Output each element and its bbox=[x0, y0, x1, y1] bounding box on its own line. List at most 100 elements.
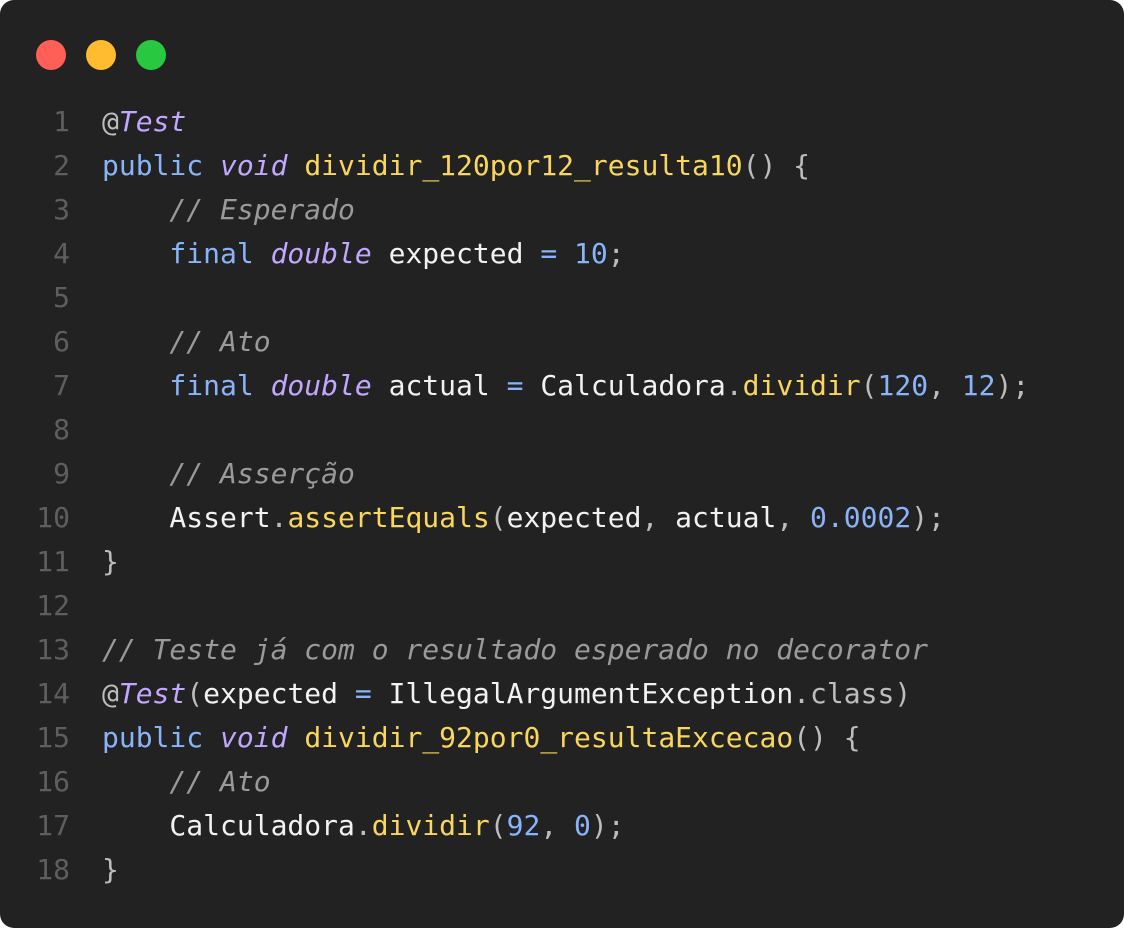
code-window: 1 @Test 2 public void dividir_120por12_resu… bbox=[0, 0, 1124, 928]
code-token: // Ato bbox=[102, 325, 271, 358]
code-token: 92 bbox=[506, 809, 541, 842]
code-line: 6 // Ato bbox=[0, 320, 1124, 364]
line-number: 16 bbox=[36, 765, 70, 798]
code-line: 3 // Esperado bbox=[0, 188, 1124, 232]
code-token: ( bbox=[186, 677, 204, 710]
code-token: = bbox=[540, 237, 575, 270]
code-token: . bbox=[270, 501, 288, 534]
line-content: final double actual = Calculadora.dividi… bbox=[70, 364, 1029, 408]
code-token: Assert bbox=[102, 501, 271, 534]
line-number: 1 bbox=[53, 105, 70, 138]
code-token: . bbox=[725, 369, 743, 402]
code-token: dividir bbox=[742, 369, 861, 402]
code-token: public bbox=[102, 721, 221, 754]
code-token: expected bbox=[388, 237, 541, 270]
code-token: ( bbox=[860, 369, 878, 402]
code-token: dividir_92por0_resultaExcecao bbox=[304, 721, 794, 754]
code-token: void bbox=[220, 149, 305, 182]
code-token: Calculadora bbox=[540, 369, 726, 402]
code-token: void bbox=[220, 721, 305, 754]
code-token: , bbox=[776, 501, 811, 534]
code-line: 1 @Test bbox=[0, 100, 1124, 144]
code-token: actual bbox=[675, 501, 777, 534]
line-content: @Test bbox=[70, 100, 186, 144]
line-content: Calculadora.dividir(92, 0); bbox=[70, 804, 625, 848]
code-token: dividir bbox=[371, 809, 490, 842]
code-token: // Teste já com o resultado esperado no … bbox=[102, 633, 929, 666]
code-token: () { bbox=[793, 721, 861, 754]
line-content: public void dividir_92por0_resultaExceca… bbox=[70, 716, 861, 760]
line-number: 13 bbox=[36, 633, 70, 666]
code-token: 0 bbox=[574, 809, 591, 842]
code-token: IllegalArgumentException bbox=[388, 677, 794, 710]
line-number: 15 bbox=[36, 721, 70, 754]
code-line: 14 @Test(expected = IllegalArgumentExcept… bbox=[0, 672, 1124, 716]
code-token: , bbox=[540, 809, 575, 842]
code-line: 17 Calculadora.dividir(92, 0); bbox=[0, 804, 1124, 848]
code-token: assertEquals bbox=[287, 501, 490, 534]
code-token: expected bbox=[506, 501, 642, 534]
code-line: 11} bbox=[0, 540, 1124, 584]
code-token: , bbox=[928, 369, 962, 402]
window-controls bbox=[36, 40, 166, 70]
line-number: 4 bbox=[53, 237, 70, 270]
code-token: 10 bbox=[574, 237, 608, 270]
code-token: ( bbox=[489, 809, 507, 842]
code-token: actual bbox=[388, 369, 507, 402]
code-token: 120 bbox=[877, 369, 929, 402]
line-number: 6 bbox=[53, 325, 70, 358]
line-content: // Ato bbox=[70, 760, 270, 804]
code-token: } bbox=[102, 853, 119, 886]
code-token: Calculadora bbox=[102, 809, 355, 842]
line-number: 5 bbox=[53, 281, 70, 314]
code-line: 12 bbox=[0, 584, 1124, 628]
code-token: Test bbox=[118, 677, 187, 710]
close-dot[interactable] bbox=[36, 40, 66, 70]
minimize-dot[interactable] bbox=[86, 40, 116, 70]
code-token: expected bbox=[203, 677, 355, 710]
line-content: } bbox=[70, 848, 119, 892]
line-content: // Esperado bbox=[70, 188, 355, 232]
code-token: final bbox=[102, 369, 271, 402]
code-token: ); bbox=[995, 369, 1030, 402]
code-token: } bbox=[102, 545, 119, 578]
code-token: 12 bbox=[961, 369, 996, 402]
code-token: 0.0002 bbox=[810, 501, 912, 534]
line-content: } bbox=[70, 540, 119, 584]
maximize-dot[interactable] bbox=[136, 40, 166, 70]
line-content: Assert.assertEquals(expected, actual, 0.… bbox=[70, 496, 945, 540]
line-number: 12 bbox=[36, 589, 70, 622]
code-token: double bbox=[270, 369, 389, 402]
code-token: public bbox=[102, 149, 221, 182]
code-token: ); bbox=[911, 501, 945, 534]
code-token: final bbox=[102, 237, 271, 270]
code-token: = bbox=[506, 369, 541, 402]
code-line: 10 Assert.assertEquals(expected, actual,… bbox=[0, 496, 1124, 540]
line-content: // Teste já com o resultado esperado no … bbox=[70, 628, 928, 672]
line-content: final double expected = 10; bbox=[70, 232, 625, 276]
code-line: 7 final double actual = Calculadora.divi… bbox=[0, 364, 1124, 408]
line-number: 2 bbox=[53, 149, 70, 182]
code-line: 18} bbox=[0, 848, 1124, 892]
line-content: // Asserção bbox=[70, 452, 355, 496]
code-token: . bbox=[354, 809, 372, 842]
line-number: 7 bbox=[53, 369, 70, 402]
code-token: Test bbox=[118, 105, 187, 138]
code-line: 13 // Teste já com o resultado esperado n… bbox=[0, 628, 1124, 672]
code-line: 15 public void dividir_92por0_resultaExce… bbox=[0, 716, 1124, 760]
line-number: 10 bbox=[36, 501, 70, 534]
code-token: ); bbox=[590, 809, 625, 842]
line-number: 17 bbox=[36, 809, 70, 842]
code-line: 4 final double expected = 10; bbox=[0, 232, 1124, 276]
line-number: 18 bbox=[36, 853, 70, 886]
code-token: ; bbox=[607, 237, 625, 270]
code-line: 2 public void dividir_120por12_resulta10(… bbox=[0, 144, 1124, 188]
line-number: 9 bbox=[53, 457, 70, 490]
code-token: , bbox=[641, 501, 676, 534]
code-line: 16 // Ato bbox=[0, 760, 1124, 804]
line-content: // Ato bbox=[70, 320, 271, 364]
code-token: () { bbox=[742, 149, 811, 182]
line-number: 3 bbox=[53, 193, 70, 226]
code-token: // Asserção bbox=[102, 457, 355, 490]
code-token: // Esperado bbox=[102, 193, 355, 226]
